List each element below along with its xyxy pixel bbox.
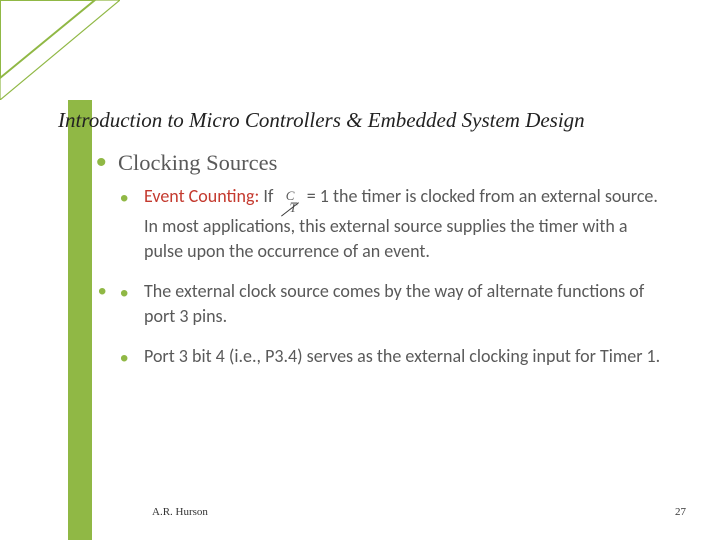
slide-title: Introduction to Micro Controllers & Embe… — [58, 108, 678, 133]
event-counting-lead: Event Counting: — [144, 185, 259, 207]
bullet-event-counting: Event Counting: If CT̅ = 1 the timer is … — [120, 184, 670, 265]
accent-left-bar — [68, 100, 92, 540]
math-fraction: CT̅ — [277, 186, 302, 206]
accent-triangle — [0, 0, 120, 100]
slide-body: Clocking Sources Event Counting: If CT̅ … — [96, 150, 670, 383]
bullet-external-clock: The external clock source comes by the w… — [120, 279, 670, 330]
bullet-port3-bit4: Port 3 bit 4 (i.e., P3.4) serves as the … — [120, 344, 670, 370]
text-before-math: If — [259, 185, 277, 207]
footer-page-number: 27 — [675, 506, 686, 518]
stray-bullet-icon: • — [98, 278, 106, 306]
heading-clocking-sources: Clocking Sources — [96, 150, 670, 176]
slide: Introduction to Micro Controllers & Embe… — [0, 0, 720, 540]
footer-author: A.R. Hurson — [152, 506, 208, 518]
